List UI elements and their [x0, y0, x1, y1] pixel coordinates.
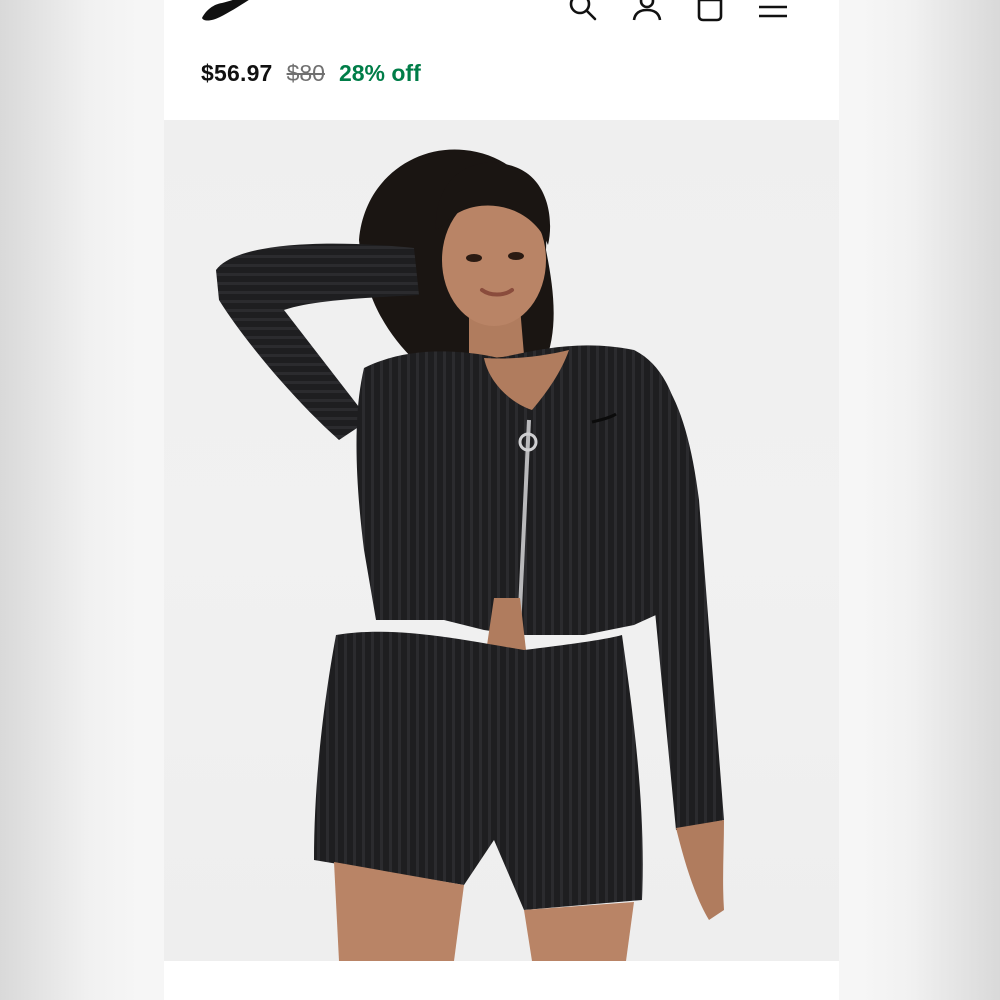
price-row: $56.97 $80 28% off	[201, 55, 421, 91]
site-header	[164, 0, 839, 40]
menu-icon[interactable]	[756, 0, 790, 24]
discount-percent: 28% off	[338, 59, 421, 86]
account-icon[interactable]	[630, 0, 664, 24]
current-price: $56.97	[201, 59, 273, 86]
page-bottom	[164, 961, 839, 1000]
original-price: $80	[286, 59, 325, 86]
bag-icon[interactable]	[693, 0, 727, 24]
product-photo	[216, 149, 724, 961]
swoosh-logo[interactable]	[200, 0, 272, 24]
product-page: $56.97 $80 28% off	[164, 0, 839, 1000]
product-image-carousel[interactable]	[164, 120, 839, 961]
search-icon[interactable]	[565, 0, 599, 24]
